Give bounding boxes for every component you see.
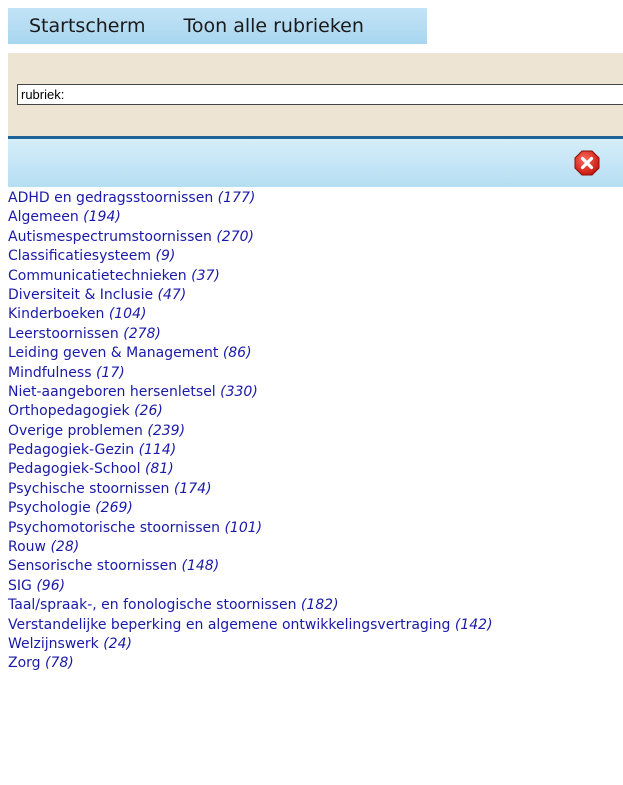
category-link[interactable]: Psychische stoornissen (174) — [8, 480, 493, 499]
category-name: Verstandelijke beperking en algemene ont… — [8, 616, 451, 633]
category-name: Leerstoornissen — [8, 325, 119, 342]
category-name: Overige problemen — [8, 422, 143, 439]
category-name: Welzijnswerk — [8, 635, 99, 652]
category-count: (104) — [108, 306, 147, 323]
category-link[interactable]: Orthopedagogiek (26) — [8, 402, 493, 421]
category-name: Taal/spraak-, en fonologische stoornisse… — [8, 597, 297, 614]
category-name: Rouw — [8, 539, 46, 556]
category-link[interactable]: Leiding geven & Management (86) — [8, 344, 493, 363]
category-count: (47) — [157, 286, 187, 303]
nav-home-link[interactable]: Startscherm — [29, 15, 145, 37]
category-count: (17) — [95, 364, 125, 381]
category-name: Leiding geven & Management — [8, 345, 219, 362]
category-name: Diversiteit & Inclusie — [8, 286, 154, 303]
category-link[interactable]: Communicatietechnieken (37) — [8, 267, 493, 286]
category-count: (81) — [144, 461, 174, 478]
category-link[interactable]: Rouw (28) — [8, 538, 493, 557]
category-link[interactable]: Algemeen (194) — [8, 208, 493, 227]
category-count: (96) — [36, 577, 66, 594]
category-link[interactable]: Welzijnswerk (24) — [8, 635, 493, 654]
top-nav: Startscherm Toon alle rubrieken — [8, 8, 427, 44]
category-link[interactable]: Verstandelijke beperking en algemene ont… — [8, 616, 493, 635]
category-name: Niet-aangeboren hersenletsel — [8, 383, 216, 400]
category-count: (330) — [220, 383, 258, 400]
category-count: (26) — [134, 403, 163, 420]
category-count: (148) — [181, 558, 220, 575]
category-count: (269) — [95, 500, 133, 517]
category-count: (194) — [83, 209, 121, 226]
category-count: (239) — [147, 422, 186, 439]
category-name: Communicatietechnieken — [8, 267, 187, 284]
category-link[interactable]: Mindfulness (17) — [8, 364, 493, 383]
category-link[interactable]: Taal/spraak-, en fonologische stoornisse… — [8, 596, 493, 615]
results-header — [8, 139, 623, 187]
category-name: Kinderboeken — [8, 306, 105, 323]
category-name: Psychische stoornissen — [8, 480, 170, 497]
category-link[interactable]: Classificatiesysteem (9) — [8, 247, 493, 266]
category-count: (9) — [155, 248, 176, 265]
category-name: SIG — [8, 577, 32, 594]
category-link[interactable]: Pedagogiek-Gezin (114) — [8, 441, 493, 460]
category-name: Orthopedagogiek — [8, 403, 130, 420]
category-link[interactable]: Kinderboeken (104) — [8, 305, 493, 324]
category-count: (86) — [222, 345, 252, 362]
category-name: Classificatiesysteem — [8, 248, 152, 265]
category-link[interactable]: Autismespectrumstoornissen (270) — [8, 228, 493, 247]
category-name: Pedagogiek-School — [8, 461, 141, 478]
category-link[interactable]: Zorg (78) — [8, 654, 493, 673]
category-name: Sensorische stoornissen — [8, 558, 178, 575]
close-icon[interactable] — [574, 150, 600, 176]
category-name: Algemeen — [8, 209, 79, 226]
category-link[interactable]: Niet-aangeboren hersenletsel (330) — [8, 383, 493, 402]
category-name: Mindfulness — [8, 364, 92, 381]
category-count: (114) — [138, 442, 177, 459]
category-link[interactable]: Leerstoornissen (278) — [8, 325, 493, 344]
category-count: (101) — [224, 519, 263, 536]
search-input[interactable] — [17, 84, 623, 105]
category-count: (28) — [50, 539, 80, 556]
category-link[interactable]: ADHD en gedragsstoornissen (177) — [8, 189, 493, 208]
category-name: ADHD en gedragsstoornissen — [8, 190, 214, 206]
category-name: Psychologie — [8, 500, 91, 517]
category-link[interactable]: Sensorische stoornissen (148) — [8, 557, 493, 576]
category-name: Zorg — [8, 655, 41, 672]
nav-all-categories-link[interactable]: Toon alle rubrieken — [183, 15, 363, 37]
category-link[interactable]: Pedagogiek-School (81) — [8, 460, 493, 479]
category-count: (24) — [103, 635, 132, 652]
category-link[interactable]: Diversiteit & Inclusie (47) — [8, 286, 493, 305]
category-link[interactable]: Psychologie (269) — [8, 499, 493, 518]
category-name: Psychomotorische stoornissen — [8, 519, 221, 536]
category-count: (78) — [45, 655, 74, 672]
category-count: (278) — [123, 325, 161, 342]
category-link[interactable]: SIG (96) — [8, 577, 493, 596]
category-count: (37) — [191, 267, 220, 284]
category-link[interactable]: Psychomotorische stoornissen (101) — [8, 519, 493, 538]
category-count: (177) — [217, 190, 256, 206]
category-count: (174) — [173, 480, 212, 497]
category-count: (270) — [216, 228, 254, 245]
category-name: Autismespectrumstoornissen — [8, 228, 212, 245]
search-bar — [8, 53, 623, 136]
category-count: (142) — [454, 616, 493, 633]
category-count: (182) — [300, 597, 339, 614]
category-list: ADHD en gedragsstoornissen (177) Algemeen… — [8, 189, 493, 674]
category-link[interactable]: Overige problemen (239) — [8, 422, 493, 441]
category-name: Pedagogiek-Gezin — [8, 442, 135, 459]
